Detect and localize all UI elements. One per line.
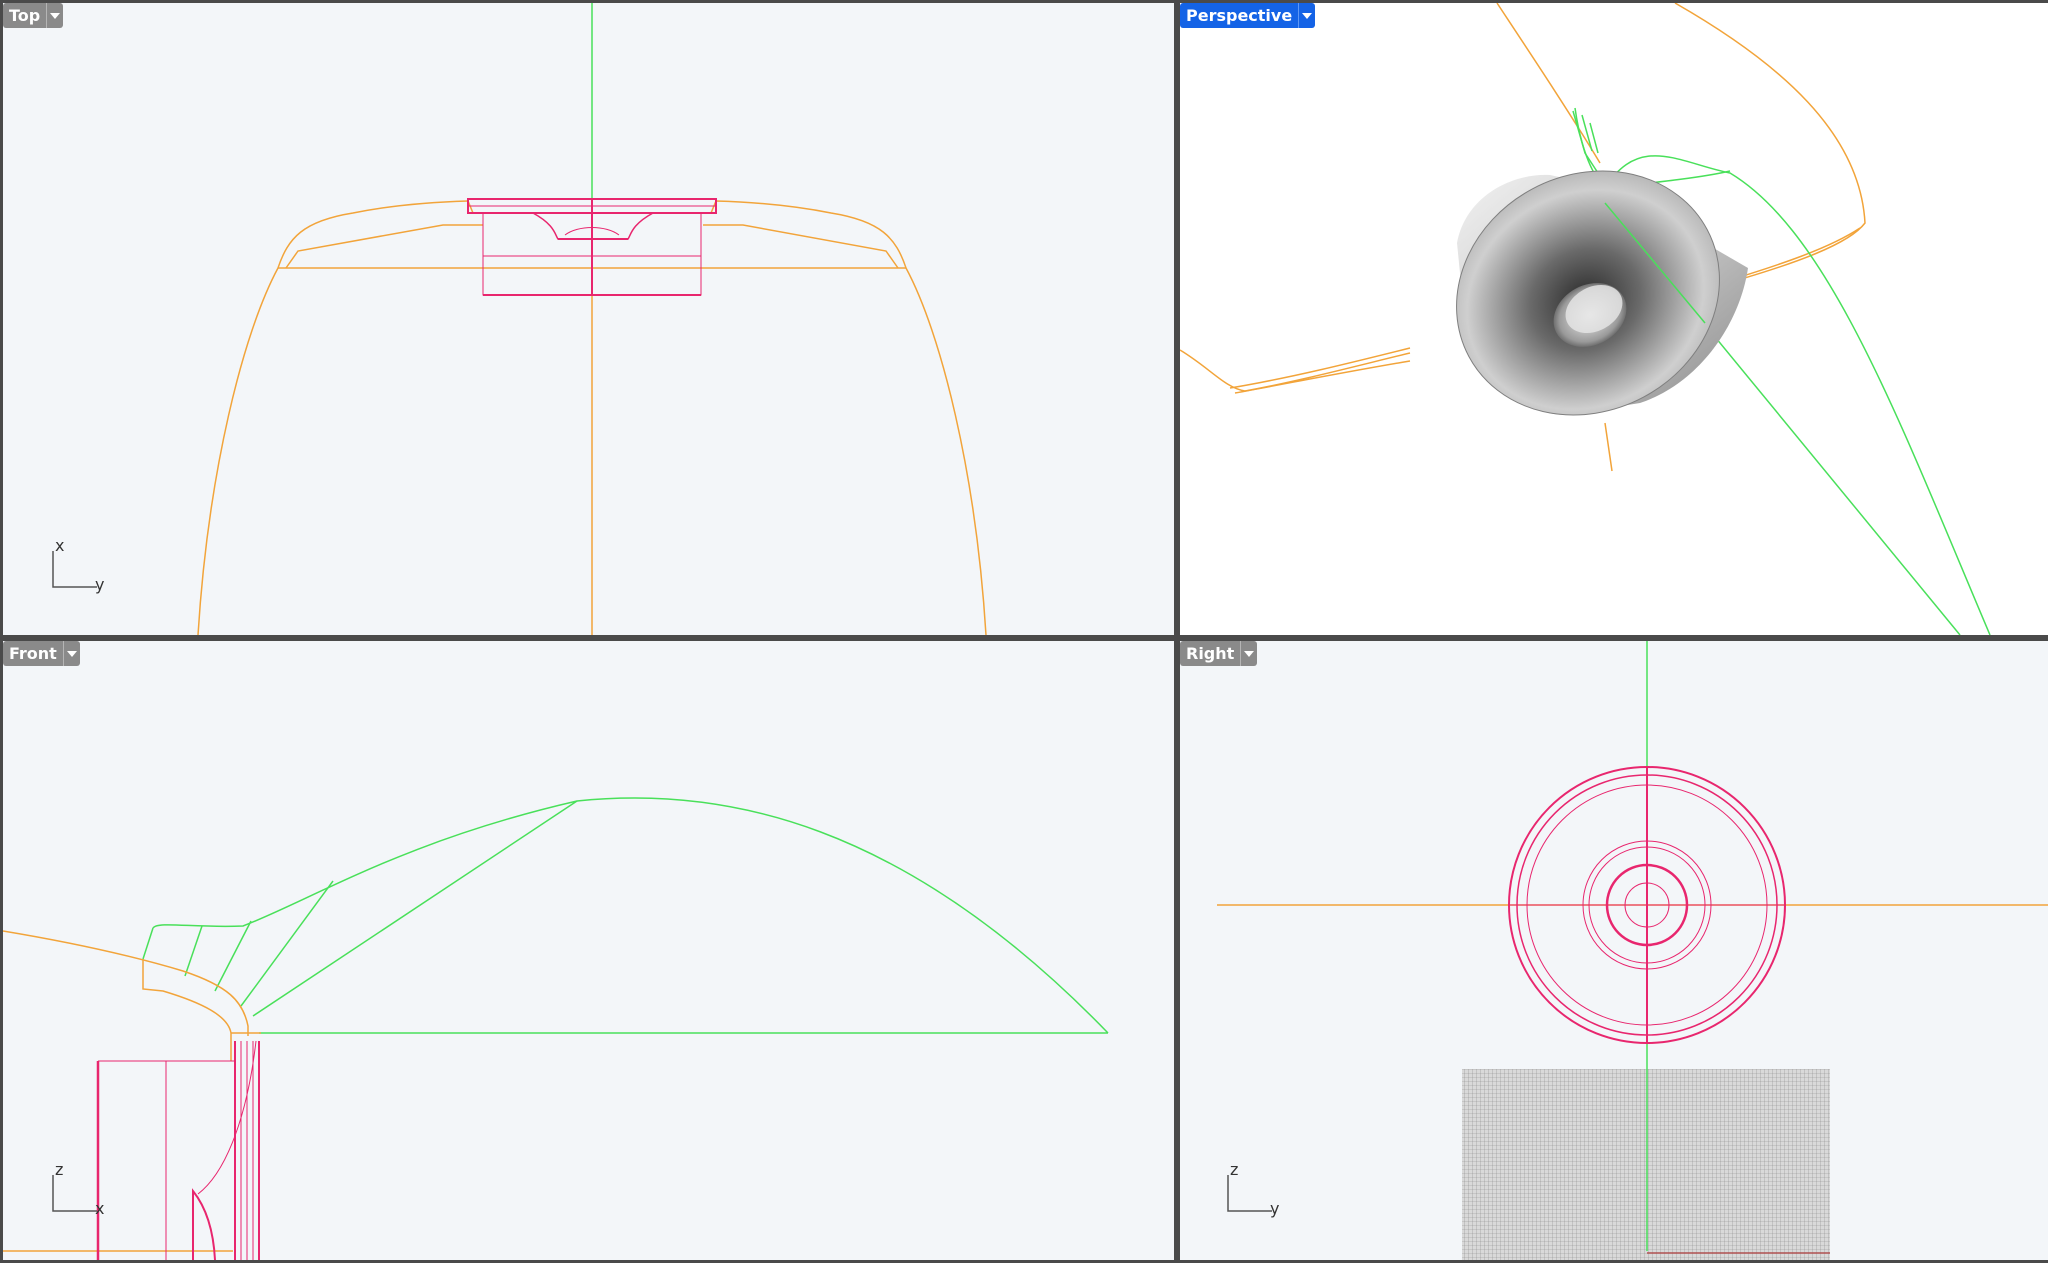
chevron-down-icon[interactable] bbox=[46, 3, 64, 28]
right-view-geometry bbox=[1217, 641, 2048, 1260]
viewport-tab-right[interactable]: Right bbox=[1180, 641, 1258, 666]
viewport-tab-top[interactable]: Top bbox=[3, 3, 64, 28]
shaded-part bbox=[1456, 170, 1748, 416]
axis-indicator-icon bbox=[1227, 1175, 1272, 1212]
perspective-view-geometry bbox=[1180, 3, 1991, 635]
top-view-geometry bbox=[197, 3, 987, 635]
viewport-tab-front[interactable]: Front bbox=[3, 641, 80, 666]
axis-indicator-icon bbox=[52, 551, 97, 588]
viewport-top[interactable]: Top y x bbox=[3, 3, 1174, 635]
viewport-title-perspective[interactable]: Perspective bbox=[1180, 3, 1299, 28]
viewport-perspective[interactable]: Perspective bbox=[1180, 3, 2048, 635]
viewport-front[interactable]: Front x z bbox=[3, 641, 1174, 1260]
viewport-title-front[interactable]: Front bbox=[3, 641, 63, 666]
chevron-down-icon[interactable] bbox=[1298, 3, 1316, 28]
front-view-geometry bbox=[3, 797, 1109, 1260]
chevron-down-icon[interactable] bbox=[1240, 641, 1258, 666]
viewport-title-top[interactable]: Top bbox=[3, 3, 47, 28]
viewport-tab-perspective[interactable]: Perspective bbox=[1180, 3, 1316, 28]
axis-indicator-icon bbox=[52, 1175, 97, 1212]
viewport-right[interactable]: Right y z bbox=[1180, 641, 2048, 1260]
chevron-down-icon[interactable] bbox=[62, 641, 80, 666]
viewport-title-right[interactable]: Right bbox=[1180, 641, 1241, 666]
